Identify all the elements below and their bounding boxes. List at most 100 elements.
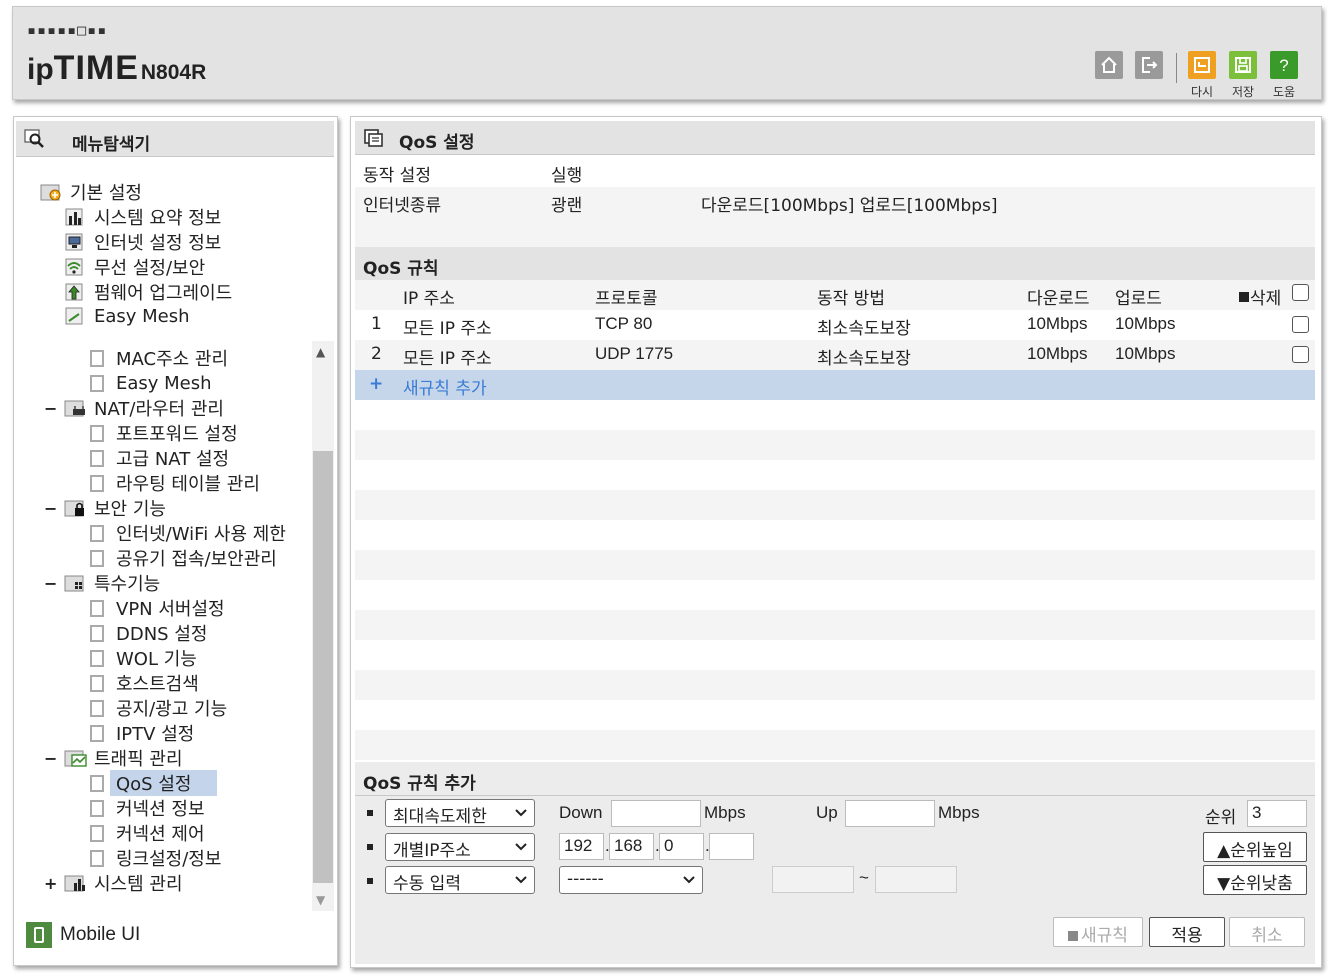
logout-button[interactable] xyxy=(1135,51,1163,79)
collapse-toggle[interactable]: − xyxy=(44,399,57,418)
col-method: 동작 방법 xyxy=(817,289,885,309)
menu-group-security[interactable]: − 보안 기능 xyxy=(44,496,166,521)
bullet-icon xyxy=(367,844,373,850)
ip-octet-1[interactable]: 192 xyxy=(559,833,604,860)
rule-ip: 모든 IP 주소 xyxy=(403,349,492,369)
menu-item-mac[interactable]: MAC주소 관리 xyxy=(90,346,228,370)
page-title-bar: QoS 설정 xyxy=(355,121,1315,155)
raise-priority-button[interactable]: ▲순위높임 xyxy=(1203,832,1307,862)
collapse-toggle[interactable]: − xyxy=(44,574,57,593)
lower-priority-button[interactable]: ▼순위낮춤 xyxy=(1203,865,1307,895)
home-button[interactable] xyxy=(1095,51,1123,79)
scroll-down-arrow-icon[interactable]: ▼ xyxy=(316,893,325,907)
cancel-button[interactable]: 취소 xyxy=(1229,917,1305,947)
ip-mode-select[interactable]: 개별IP주소 xyxy=(385,833,535,861)
collapse-toggle[interactable]: − xyxy=(44,499,57,518)
speed-mode-value: 최대속도제한 xyxy=(393,807,487,827)
spacer-row xyxy=(355,217,1315,247)
scroll-up-arrow-icon[interactable]: ▲ xyxy=(316,345,325,359)
new-rule-button[interactable]: 새규칙 xyxy=(1053,917,1143,947)
delete-all-toggle-icon[interactable] xyxy=(1239,292,1249,302)
col-delete: 삭제 xyxy=(1250,289,1282,309)
menu-item-firmware[interactable]: 펌웨어 업그레이드 xyxy=(64,280,232,304)
col-ip: IP 주소 xyxy=(403,289,455,309)
menu-item-qos[interactable]: QoS 설정 xyxy=(90,770,218,796)
wifi-icon xyxy=(64,257,88,277)
page-icon xyxy=(90,424,104,442)
down-speed-input[interactable] xyxy=(611,800,701,827)
menu-item-label: 펌웨어 업그레이드 xyxy=(94,283,233,304)
menu-item-system-summary[interactable]: 시스템 요약 정보 xyxy=(64,205,221,229)
menu-item-easy-mesh[interactable]: Easy Mesh xyxy=(64,304,190,328)
protocol-select[interactable]: ------ xyxy=(559,866,703,894)
rule-delete-checkbox[interactable] xyxy=(1292,316,1309,333)
reload-button[interactable] xyxy=(1188,51,1216,79)
table-row[interactable]: 1 모든 IP 주소 TCP 80 최소속도보장 10Mbps 10Mbps xyxy=(355,310,1315,340)
rule-upload: 10Mbps xyxy=(1115,344,1176,363)
select-all-checkbox[interactable] xyxy=(1292,284,1309,301)
menu-group-label: 보안 기능 xyxy=(94,499,166,520)
col-upload: 업로드 xyxy=(1115,289,1162,309)
menu-item-link-settings[interactable]: 링크설정/정보 xyxy=(90,846,221,870)
router-folder-icon xyxy=(64,398,88,418)
scroll-thumb[interactable] xyxy=(313,451,333,883)
rules-table-header: IP 주소 프로토콜 동작 방법 다운로드 업로드 삭제 xyxy=(355,280,1315,310)
port-mode-select[interactable]: 수동 입력 xyxy=(385,866,535,894)
chevron-down-icon xyxy=(683,876,695,884)
menu-item-iptv[interactable]: IPTV 설정 xyxy=(90,721,194,745)
menu-item-wireless[interactable]: 무선 설정/보안 xyxy=(64,255,205,279)
collapse-toggle[interactable]: − xyxy=(44,749,57,768)
ip-octet-2[interactable]: 168 xyxy=(609,833,654,860)
menu-item-ddns[interactable]: DDNS 설정 xyxy=(90,621,207,645)
brand-ip: ip xyxy=(27,53,54,86)
help-button[interactable]: ? xyxy=(1270,51,1298,79)
menu-item-label: 커넥션 정보 xyxy=(116,799,205,820)
page-icon xyxy=(90,549,104,567)
menu-item-label: DDNS 설정 xyxy=(116,624,208,645)
table-row[interactable]: 2 모든 IP 주소 UDP 1775 최소속도보장 10Mbps 10Mbps xyxy=(355,340,1315,370)
menu-item-vpn[interactable]: VPN 서버설정 xyxy=(90,596,225,620)
speed-mode-select[interactable]: 최대속도제한 xyxy=(385,799,535,827)
save-label: 저장 xyxy=(1231,85,1255,99)
menu-item-label: VPN 서버설정 xyxy=(116,599,225,620)
menu-item-internet-info[interactable]: 인터넷 설정 정보 xyxy=(64,230,221,254)
menu-explorer: 메뉴탐색기 기본 설정 시스템 요약 정보 인터넷 설정 정보 무선 설정/보안… xyxy=(13,116,338,966)
menu-scrollbar[interactable]: ▲ ▼ xyxy=(312,341,334,911)
expand-toggle[interactable]: + xyxy=(44,874,57,893)
rule-number: 1 xyxy=(371,314,382,334)
rule-delete-checkbox[interactable] xyxy=(1292,346,1309,363)
menu-item-connection-control[interactable]: 커넥션 제어 xyxy=(90,821,205,845)
menu-group-system[interactable]: + 시스템 관리 xyxy=(44,871,183,896)
empty-row xyxy=(355,700,1315,730)
mobile-ui-link[interactable]: Mobile UI xyxy=(26,922,140,948)
menu-group-special[interactable]: − 특수기능 xyxy=(44,571,160,596)
menu-item-connection-info[interactable]: 커넥션 정보 xyxy=(90,796,205,820)
menu-item-notice[interactable]: 공지/광고 기능 xyxy=(90,696,227,720)
reload-label: 다시 xyxy=(1190,85,1214,99)
menu-item-advanced-nat[interactable]: 고급 NAT 설정 xyxy=(90,446,229,470)
add-rule-row[interactable]: + 새규칙 추가 xyxy=(355,370,1315,400)
menu-item-access-limit[interactable]: 인터넷/WiFi 사용 제한 xyxy=(90,521,286,545)
menu-item-routing-table[interactable]: 라우팅 테이블 관리 xyxy=(90,471,260,495)
model-name: N804R xyxy=(140,61,207,84)
menu-item-easy-mesh-2[interactable]: Easy Mesh xyxy=(90,371,212,395)
menu-item-port-forward[interactable]: 포트포워드 설정 xyxy=(90,421,238,445)
ip-octet-4[interactable] xyxy=(709,833,754,860)
port-from-input[interactable] xyxy=(772,866,854,893)
menu-item-wol[interactable]: WOL 기능 xyxy=(90,646,197,670)
menu-item-host-search[interactable]: 호스트검색 xyxy=(90,671,199,695)
priority-input[interactable]: 3 xyxy=(1247,800,1307,827)
logout-icon xyxy=(1142,57,1158,73)
ip-mode-value: 개별IP주소 xyxy=(393,841,471,861)
menu-group-nat[interactable]: − NAT/라우터 관리 xyxy=(44,396,224,421)
traffic-folder-icon xyxy=(64,748,88,768)
apply-button[interactable]: 적용 xyxy=(1149,917,1225,947)
page-icon xyxy=(90,824,104,842)
up-speed-input[interactable] xyxy=(845,800,935,827)
menu-item-router-security[interactable]: 공유기 접속/보안관리 xyxy=(90,546,277,570)
ip-octet-3[interactable]: 0 xyxy=(659,833,704,860)
menu-group-traffic[interactable]: − 트래픽 관리 xyxy=(44,746,183,771)
menu-group-basic[interactable]: 기본 설정 xyxy=(40,180,142,204)
port-to-input[interactable] xyxy=(875,866,957,893)
save-button[interactable] xyxy=(1229,51,1257,79)
